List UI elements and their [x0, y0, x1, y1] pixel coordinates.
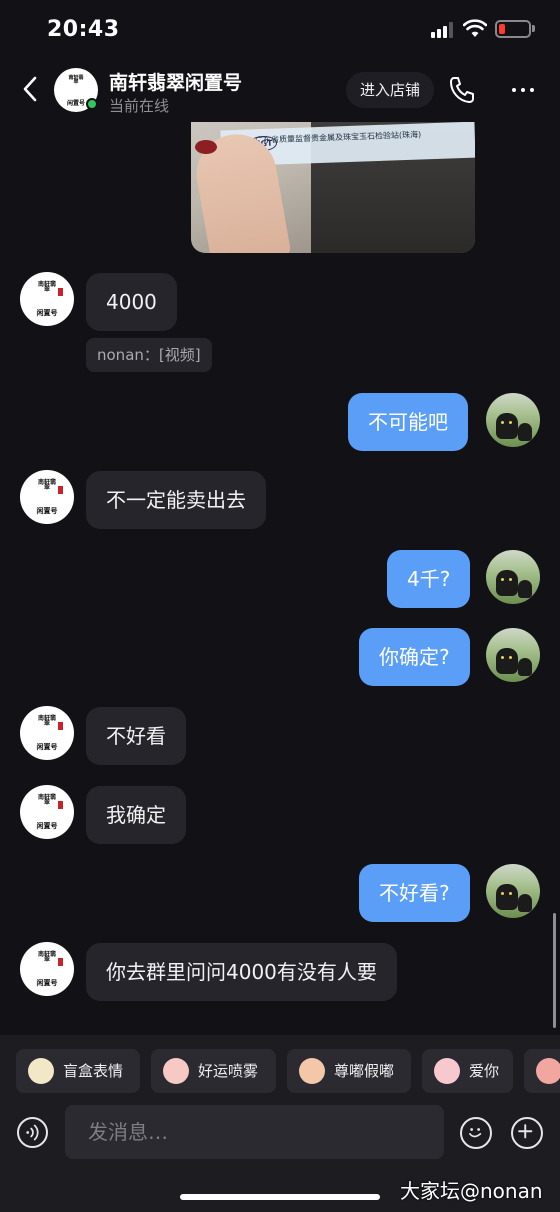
message-bubble-incoming[interactable]: 我确定 [86, 786, 186, 844]
avatar-mark-bottom: 闲置号 [36, 507, 58, 515]
avatar-mark-top: 南轩翡翠 [38, 794, 57, 806]
sticker-chip-label: 尊嘟假嘟 [334, 1062, 395, 1080]
lucky-spray-icon [163, 1058, 189, 1084]
input-row [0, 1105, 560, 1159]
avatar-mark-top: 南轩翡翠 [38, 479, 57, 491]
message-bubble-incoming[interactable]: 你去群里问问4000有没有人要 [86, 943, 397, 1001]
shop-avatar[interactable]: 南轩翡翠 闲置号 [20, 785, 74, 839]
my-avatar[interactable] [486, 628, 540, 682]
cat-eye [501, 656, 504, 659]
plus-icon[interactable] [511, 1117, 543, 1149]
black-cat [496, 648, 518, 674]
shop-avatar[interactable]: 南轩翡翠 闲置号 [20, 706, 74, 760]
black-cat [518, 658, 532, 676]
shop-name[interactable]: 南轩翡翠闲置号 [109, 68, 242, 95]
sticker-icon [536, 1058, 560, 1084]
shop-avatar[interactable]: 南轩翡翠 闲置号 [20, 272, 74, 326]
sticker-chip-blind-box[interactable]: 盲盒表情 [16, 1049, 140, 1093]
quoted-message[interactable]: nonan：[视频] [86, 338, 212, 372]
black-cat [518, 894, 532, 912]
message-bubble-outgoing[interactable]: 你确定? [359, 628, 470, 686]
avatar-seal [58, 486, 63, 494]
black-cat [496, 570, 518, 596]
status-bar: 20:43 [0, 0, 560, 58]
status-time: 20:43 [47, 17, 120, 42]
cat-eye [501, 421, 504, 424]
avatar-mark-top: 南轩翡翠 [38, 951, 57, 963]
really-icon [299, 1058, 325, 1084]
more-options-icon[interactable] [508, 78, 538, 102]
bottom-panel: 盲盒表情 好运喷雾 尊嘟假嘟 爱你 发消息… 大家坛@nonan [0, 1035, 560, 1212]
message-bubble-outgoing[interactable]: 不可能吧 [348, 393, 468, 451]
sticker-chip-more[interactable] [524, 1049, 560, 1093]
black-cat [496, 884, 518, 910]
avatar-mark-bottom: 闲置号 [36, 822, 58, 830]
shop-avatar[interactable]: 南轩翡翠 闲置号 [20, 470, 74, 524]
love-you-icon [434, 1058, 460, 1084]
message-input[interactable] [65, 1105, 444, 1159]
online-status: 当前在线 [109, 97, 170, 115]
sticker-bar[interactable]: 盲盒表情 好运喷雾 尊嘟假嘟 爱你 [0, 1049, 560, 1093]
sticker-chip-love-you[interactable]: 爱你 [422, 1049, 513, 1093]
online-indicator [86, 98, 98, 110]
black-cat [518, 423, 532, 441]
cat-eye [509, 421, 512, 424]
cat-eye [501, 892, 504, 895]
fingernail [195, 140, 217, 154]
avatar-mark-bottom: 闲置号 [36, 309, 58, 317]
watermark: 大家坛@nonan [400, 1179, 543, 1203]
avatar-mark-top: 南轩翡翠 [38, 715, 57, 727]
cat-eye [509, 892, 512, 895]
sticker-chip-label: 爱你 [469, 1062, 500, 1080]
phone-icon[interactable] [448, 75, 476, 105]
black-cat [518, 580, 532, 598]
message-bubble-incoming[interactable]: 不好看 [86, 707, 186, 765]
message-bubble-outgoing[interactable]: 4千? [387, 550, 471, 608]
wifi-icon [463, 19, 487, 37]
my-avatar[interactable] [486, 864, 540, 918]
back-arrow-icon[interactable] [18, 74, 42, 104]
black-cat [496, 413, 518, 439]
message-input-box[interactable] [65, 1105, 444, 1159]
avatar-seal [58, 958, 63, 966]
cat-eye [501, 578, 504, 581]
sticker-chip-really[interactable]: 尊嘟假嘟 [287, 1049, 411, 1093]
avatar-mark-top: 南轩翡翠 [38, 281, 57, 293]
avatar-mark-bottom: 闲置号 [36, 979, 58, 987]
message-bubble-incoming[interactable]: 4000 [86, 273, 177, 331]
battery-cap [532, 25, 535, 32]
cat-eye [509, 578, 512, 581]
shop-avatar[interactable]: 南轩翡翠 闲置号 [20, 942, 74, 996]
avatar-mark-top: 南轩翡翠 [68, 75, 84, 85]
my-avatar[interactable] [486, 550, 540, 604]
chat-area[interactable]: GGT 广东省质量监督贵金属及珠宝玉石检验站(珠海) 南轩翡翠 闲置号 4000… [0, 0, 560, 1035]
chat-header: 南轩翡翠 闲置号 南轩翡翠闲置号 当前在线 进入店铺 [0, 58, 560, 122]
my-avatar[interactable] [486, 393, 540, 447]
message-bubble-outgoing[interactable]: 不好看? [359, 864, 470, 922]
avatar-seal [58, 801, 63, 809]
sticker-chip-lucky-spray[interactable]: 好运喷雾 [151, 1049, 276, 1093]
sticker-chip-label: 好运喷雾 [198, 1062, 259, 1080]
voice-input-icon[interactable] [17, 1117, 48, 1148]
emoji-icon[interactable] [460, 1117, 492, 1149]
cat-eye [509, 656, 512, 659]
enter-shop-button[interactable]: 进入店铺 [346, 72, 434, 108]
avatar-seal [58, 722, 63, 730]
blind-box-icon [28, 1058, 54, 1084]
cellular-signal-icon [431, 22, 455, 38]
home-indicator[interactable] [180, 1194, 380, 1200]
sticker-chip-label: 盲盒表情 [63, 1062, 124, 1080]
chat-scrollbar[interactable] [553, 913, 556, 1028]
avatar-mark-bottom: 闲置号 [36, 743, 58, 751]
battery-icon [495, 20, 531, 38]
avatar-seal [58, 288, 63, 296]
message-bubble-incoming[interactable]: 不一定能卖出去 [86, 471, 266, 529]
